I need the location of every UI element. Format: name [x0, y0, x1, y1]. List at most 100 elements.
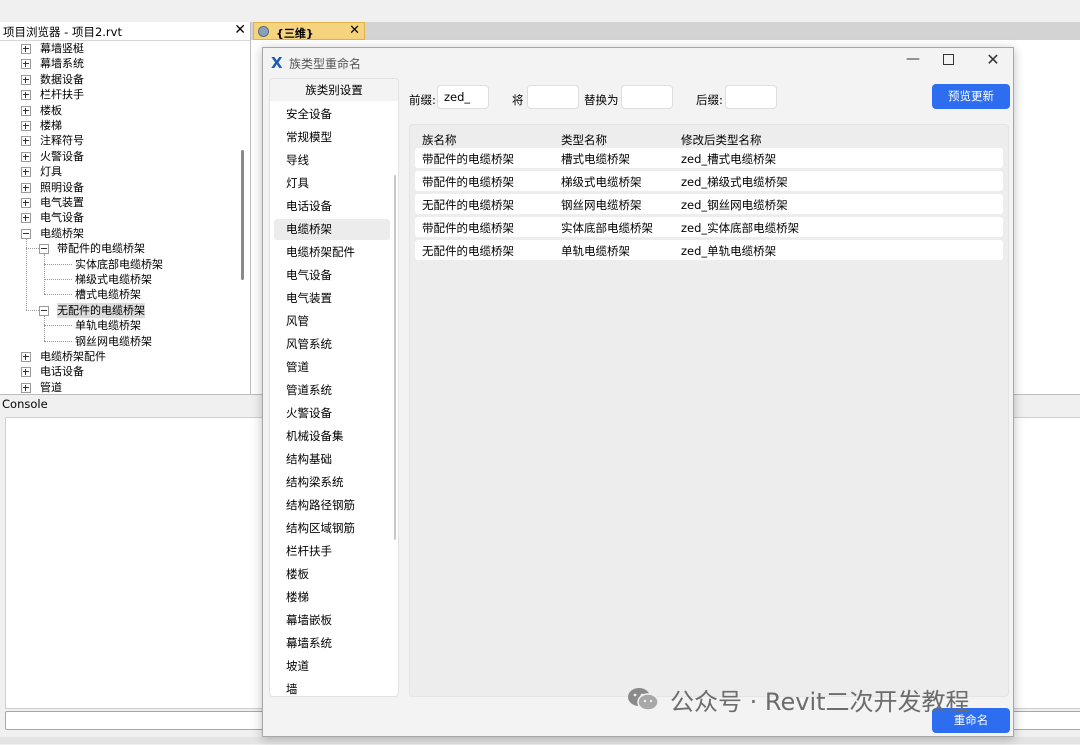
tree-item-label: 照明设备: [40, 180, 84, 194]
expand-icon[interactable]: [21, 121, 31, 131]
expand-icon[interactable]: [21, 90, 31, 101]
tree-connector: [44, 263, 72, 265]
tree-connector: [44, 340, 72, 342]
tree-item-label: 钢丝网电缆桥架: [75, 334, 152, 348]
project-browser-header: 项目浏览器 - 项目2.rvt ✕: [0, 22, 250, 41]
replace-with-input[interactable]: [621, 85, 673, 109]
category-item[interactable]: 电话设备: [274, 196, 390, 217]
column-header-type: 类型名称: [561, 133, 607, 147]
tree-item-label: 电缆桥架配件: [40, 350, 106, 363]
tree-item-label: 电缆桥架: [40, 226, 84, 240]
table-cell-family: 带配件的电缆桥架: [422, 152, 514, 166]
table-cell-new-type: zed_槽式电缆桥架: [681, 152, 777, 166]
replace-with-label: 替换为: [584, 93, 619, 107]
table-cell-new-type: zed_单轨电缆桥架: [681, 244, 777, 258]
tab-close-icon[interactable]: ✕: [349, 23, 360, 38]
category-item[interactable]: 楼梯: [274, 587, 390, 608]
category-item[interactable]: 常规模型: [274, 127, 390, 148]
category-item[interactable]: 结构区域钢筋: [274, 518, 390, 539]
category-item[interactable]: 电缆桥架: [274, 219, 390, 240]
category-item[interactable]: 灯具: [274, 173, 390, 194]
prefix-label: 前缀:: [409, 93, 436, 107]
tree-item-label: 单轨电缆桥架: [75, 319, 141, 333]
tree-item-label: 电气设备: [40, 211, 84, 225]
table-row[interactable]: 无配件的电缆桥架 单轨电缆桥架 zed_单轨电缆桥架: [415, 240, 1003, 260]
expand-icon[interactable]: [21, 182, 31, 193]
tree-connector: [44, 315, 45, 341]
expand-icon[interactable]: [21, 213, 31, 224]
prefix-input[interactable]: [437, 85, 489, 109]
tree-item-label: 梯级式电缆桥架: [75, 273, 152, 286]
table-row[interactable]: 无配件的电缆桥架 钢丝网电缆桥架 zed_钢丝网电缆桥架: [415, 194, 1003, 214]
expand-icon[interactable]: [21, 367, 31, 378]
tree-item-label: 楼板: [40, 103, 62, 117]
category-item[interactable]: 结构路径钢筋: [274, 495, 390, 516]
category-item[interactable]: 导线: [274, 150, 390, 171]
cube-icon: [258, 26, 269, 37]
column-header-family: 族名称: [422, 133, 457, 147]
category-item[interactable]: 风管: [274, 311, 390, 332]
category-item[interactable]: 安全设备: [274, 104, 390, 125]
console-title: Console: [2, 397, 48, 411]
table-row[interactable]: 带配件的电缆桥架 实体底部电缆桥架 zed_实体底部电缆桥架: [415, 217, 1003, 237]
maximize-icon[interactable]: [943, 54, 954, 65]
tree-item-label: 带配件的电缆桥架: [57, 242, 145, 256]
category-item[interactable]: 结构梁系统: [274, 472, 390, 493]
tree-item-label: 栏杆扶手: [40, 88, 84, 102]
category-item[interactable]: 幕墙嵌板: [274, 610, 390, 631]
tree-item-label: 火警设备: [40, 149, 84, 163]
expand-icon[interactable]: [21, 198, 31, 208]
minimize-icon[interactable]: —: [903, 51, 923, 67]
expand-icon[interactable]: [21, 151, 31, 162]
category-item[interactable]: 机械设备集: [274, 426, 390, 447]
preview-update-button[interactable]: 预览更新: [932, 84, 1010, 109]
tree-connector: [26, 238, 27, 310]
status-bar: [0, 737, 1080, 744]
view-tab-bar: {三维} ✕: [251, 22, 1080, 40]
category-item[interactable]: 电气设备: [274, 265, 390, 286]
collapse-icon[interactable]: [39, 305, 49, 316]
top-strip: [0, 0, 1080, 22]
table-cell-type: 梯级式电缆桥架: [561, 175, 642, 189]
category-item[interactable]: 坡道: [274, 656, 390, 677]
category-header: 族类别设置: [270, 79, 398, 101]
collapse-icon[interactable]: [39, 244, 49, 255]
expand-icon[interactable]: [21, 44, 31, 54]
expand-icon[interactable]: [21, 382, 31, 393]
collapse-icon[interactable]: [21, 228, 31, 239]
category-panel: 族类别设置 安全设备 常规模型 导线 灯具 电话设备 电缆桥架 电缆桥架配件 电气设备 电气装置…: [269, 78, 399, 697]
category-item[interactable]: 火警设备: [274, 403, 390, 424]
suffix-input[interactable]: [725, 85, 777, 109]
expand-icon[interactable]: [21, 167, 31, 178]
expand-icon[interactable]: [21, 59, 31, 70]
table-row[interactable]: 带配件的电缆桥架 槽式电缆桥架 zed_槽式电缆桥架: [415, 148, 1003, 168]
table-cell-family: 带配件的电缆桥架: [422, 175, 514, 189]
table-row[interactable]: 带配件的电缆桥架 梯级式电缆桥架 zed_梯级式电缆桥架: [415, 171, 1003, 191]
tree-item-label: 楼梯: [40, 119, 62, 132]
table-cell-new-type: zed_钢丝网电缆桥架: [681, 198, 788, 212]
category-scrollbar[interactable]: [394, 175, 396, 540]
tree-item-label: 槽式电缆桥架: [75, 288, 141, 302]
project-browser-close-icon[interactable]: ✕: [234, 22, 246, 38]
expand-icon[interactable]: [21, 352, 31, 362]
category-item[interactable]: 栏杆扶手: [274, 541, 390, 562]
category-item[interactable]: 幕墙系统: [274, 633, 390, 654]
expand-icon[interactable]: [21, 136, 31, 147]
replace-input[interactable]: [527, 85, 579, 109]
table-cell-family: 带配件的电缆桥架: [422, 221, 514, 235]
category-item[interactable]: 电气装置: [274, 288, 390, 309]
category-item[interactable]: 结构基础: [274, 449, 390, 470]
tree-item-label: 灯具: [40, 165, 62, 179]
project-browser-scrollbar[interactable]: [241, 150, 244, 280]
table-cell-family: 无配件的电缆桥架: [422, 244, 514, 258]
category-item[interactable]: 管道: [274, 357, 390, 378]
category-item[interactable]: 管道系统: [274, 380, 390, 401]
expand-icon[interactable]: [21, 74, 31, 85]
tab-3d-view[interactable]: {三维} ✕: [253, 22, 365, 40]
category-item[interactable]: 电缆桥架配件: [274, 242, 390, 263]
category-item[interactable]: 风管系统: [274, 334, 390, 355]
close-icon[interactable]: ✕: [983, 50, 1003, 69]
category-item[interactable]: 楼板: [274, 564, 390, 585]
expand-icon[interactable]: [21, 105, 31, 116]
category-item[interactable]: 墙: [274, 679, 390, 696]
